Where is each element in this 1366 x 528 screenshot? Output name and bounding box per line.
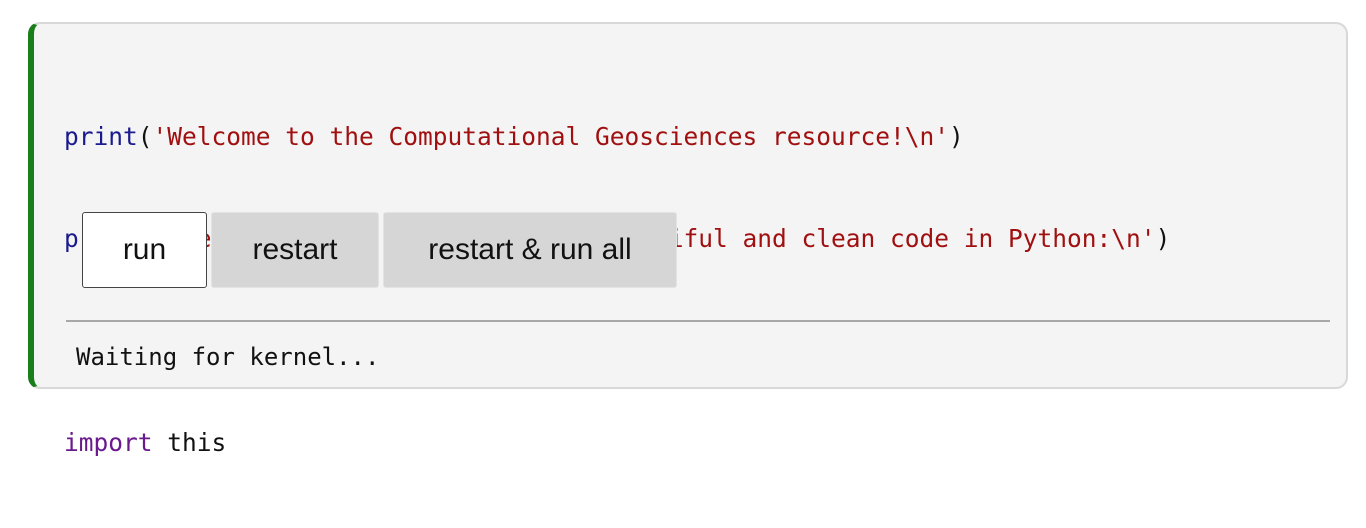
code-function: print <box>64 122 138 151</box>
cell-toolbar: run restart restart & run all <box>82 212 677 288</box>
code-cell: print('Welcome to the Computational Geos… <box>28 22 1348 457</box>
code-paren-close: ) <box>1155 224 1171 253</box>
code-line: print('Welcome to the Computational Geos… <box>64 120 1170 154</box>
output-status: Waiting for kernel... <box>76 343 380 371</box>
code-paren-close: ) <box>949 122 964 151</box>
code-paren-open: ( <box>137 122 153 151</box>
code-string: 'Welcome to the Computational Geoscience… <box>152 122 950 151</box>
code-import-keyword: import <box>64 428 153 457</box>
output-divider <box>66 320 1330 322</box>
restart-button[interactable]: restart <box>211 212 379 288</box>
code-editor[interactable]: print('Welcome to the Computational Geos… <box>64 52 1170 528</box>
code-line: import this <box>64 426 1170 460</box>
run-button[interactable]: run <box>82 212 207 288</box>
restart-run-all-button[interactable]: restart & run all <box>383 212 677 288</box>
code-module-name: this <box>167 428 227 457</box>
